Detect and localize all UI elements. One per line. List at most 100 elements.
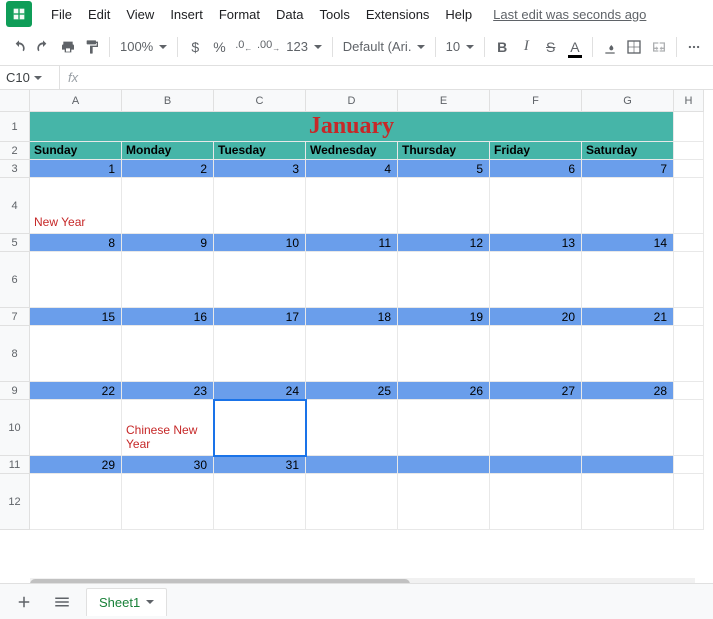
text-color-button[interactable]: A (564, 34, 586, 60)
col-header-A[interactable]: A (30, 90, 122, 112)
event-cell[interactable]: Chinese New Year (122, 400, 214, 456)
menu-data[interactable]: Data (269, 3, 310, 26)
menu-file[interactable]: File (44, 3, 79, 26)
date-cell[interactable]: 16 (122, 308, 214, 326)
date-cell[interactable]: 21 (582, 308, 674, 326)
date-cell[interactable]: 24 (214, 382, 306, 400)
cell[interactable] (674, 178, 704, 234)
cell[interactable] (674, 308, 704, 326)
event-cell[interactable] (30, 474, 122, 530)
event-cell[interactable] (122, 326, 214, 382)
date-cell[interactable]: 3 (214, 160, 306, 178)
date-cell[interactable]: 9 (122, 234, 214, 252)
redo-icon[interactable] (32, 34, 54, 60)
font-size-select[interactable]: 10 (442, 34, 478, 60)
print-icon[interactable] (57, 34, 79, 60)
toolbar-overflow-icon[interactable] (683, 34, 705, 60)
col-header-B[interactable]: B (122, 90, 214, 112)
strikethrough-button[interactable]: S (540, 34, 562, 60)
event-cell[interactable] (122, 474, 214, 530)
sheets-logo-icon[interactable] (6, 1, 32, 27)
day-header-sat[interactable]: Saturday (582, 142, 674, 160)
date-cell[interactable] (398, 456, 490, 474)
day-header-tue[interactable]: Tuesday (214, 142, 306, 160)
row-header-9[interactable]: 9 (0, 382, 30, 400)
menu-view[interactable]: View (119, 3, 161, 26)
col-header-G[interactable]: G (582, 90, 674, 112)
menu-tools[interactable]: Tools (312, 3, 356, 26)
add-sheet-button[interactable] (10, 588, 38, 616)
cell[interactable] (674, 112, 704, 142)
menu-insert[interactable]: Insert (163, 3, 210, 26)
row-header-2[interactable]: 2 (0, 142, 30, 160)
event-cell[interactable] (490, 474, 582, 530)
date-cell[interactable]: 17 (214, 308, 306, 326)
event-cell[interactable] (306, 400, 398, 456)
row-header-7[interactable]: 7 (0, 308, 30, 326)
row-header-3[interactable]: 3 (0, 160, 30, 178)
col-header-C[interactable]: C (214, 90, 306, 112)
decrease-decimal-button[interactable]: .0← (233, 34, 255, 60)
event-cell[interactable] (30, 400, 122, 456)
cell[interactable] (674, 234, 704, 252)
date-cell[interactable] (582, 456, 674, 474)
event-cell[interactable] (398, 400, 490, 456)
date-cell[interactable]: 26 (398, 382, 490, 400)
event-cell[interactable] (490, 400, 582, 456)
date-cell[interactable]: 19 (398, 308, 490, 326)
event-cell[interactable] (398, 178, 490, 234)
date-cell[interactable] (306, 456, 398, 474)
event-cell[interactable] (122, 252, 214, 308)
month-title-cell[interactable]: January (30, 112, 674, 142)
event-cell[interactable] (490, 252, 582, 308)
cell[interactable] (674, 382, 704, 400)
increase-decimal-button[interactable]: .00→ (257, 34, 280, 60)
cell[interactable] (674, 326, 704, 382)
date-cell[interactable]: 7 (582, 160, 674, 178)
date-cell[interactable]: 1 (30, 160, 122, 178)
menu-extensions[interactable]: Extensions (359, 3, 437, 26)
name-box[interactable]: C10 (0, 66, 60, 89)
sheet-tab[interactable]: Sheet1 (86, 588, 167, 616)
paint-format-icon[interactable] (81, 34, 103, 60)
day-header-thu[interactable]: Thursday (398, 142, 490, 160)
day-header-sun[interactable]: Sunday (30, 142, 122, 160)
col-header-D[interactable]: D (306, 90, 398, 112)
event-cell[interactable] (582, 400, 674, 456)
italic-button[interactable]: I (515, 34, 537, 60)
merge-cells-icon[interactable] (648, 34, 670, 60)
event-cell[interactable] (214, 326, 306, 382)
last-edit-link[interactable]: Last edit was seconds ago (493, 7, 646, 22)
date-cell[interactable]: 8 (30, 234, 122, 252)
event-cell[interactable] (582, 474, 674, 530)
event-cell[interactable]: New Year (30, 178, 122, 234)
percent-button[interactable]: % (208, 34, 230, 60)
date-cell[interactable]: 2 (122, 160, 214, 178)
event-cell[interactable] (582, 252, 674, 308)
date-cell[interactable] (490, 456, 582, 474)
event-cell[interactable] (490, 178, 582, 234)
date-cell[interactable]: 30 (122, 456, 214, 474)
row-header-1[interactable]: 1 (0, 112, 30, 142)
event-cell[interactable] (306, 252, 398, 308)
borders-icon[interactable] (623, 34, 645, 60)
formula-bar-input[interactable] (86, 66, 713, 89)
menu-edit[interactable]: Edit (81, 3, 117, 26)
menu-help[interactable]: Help (438, 3, 479, 26)
number-format-select[interactable]: 123 (282, 34, 326, 60)
event-cell[interactable] (582, 326, 674, 382)
currency-button[interactable]: $ (184, 34, 206, 60)
date-cell[interactable]: 10 (214, 234, 306, 252)
cell[interactable] (674, 142, 704, 160)
event-cell[interactable] (306, 326, 398, 382)
event-cell[interactable] (398, 474, 490, 530)
event-cell[interactable] (214, 474, 306, 530)
day-header-mon[interactable]: Monday (122, 142, 214, 160)
cell[interactable] (674, 456, 704, 474)
date-cell[interactable]: 31 (214, 456, 306, 474)
row-header-12[interactable]: 12 (0, 474, 30, 530)
menu-format[interactable]: Format (212, 3, 267, 26)
date-cell[interactable]: 5 (398, 160, 490, 178)
date-cell[interactable]: 18 (306, 308, 398, 326)
event-cell[interactable] (214, 178, 306, 234)
